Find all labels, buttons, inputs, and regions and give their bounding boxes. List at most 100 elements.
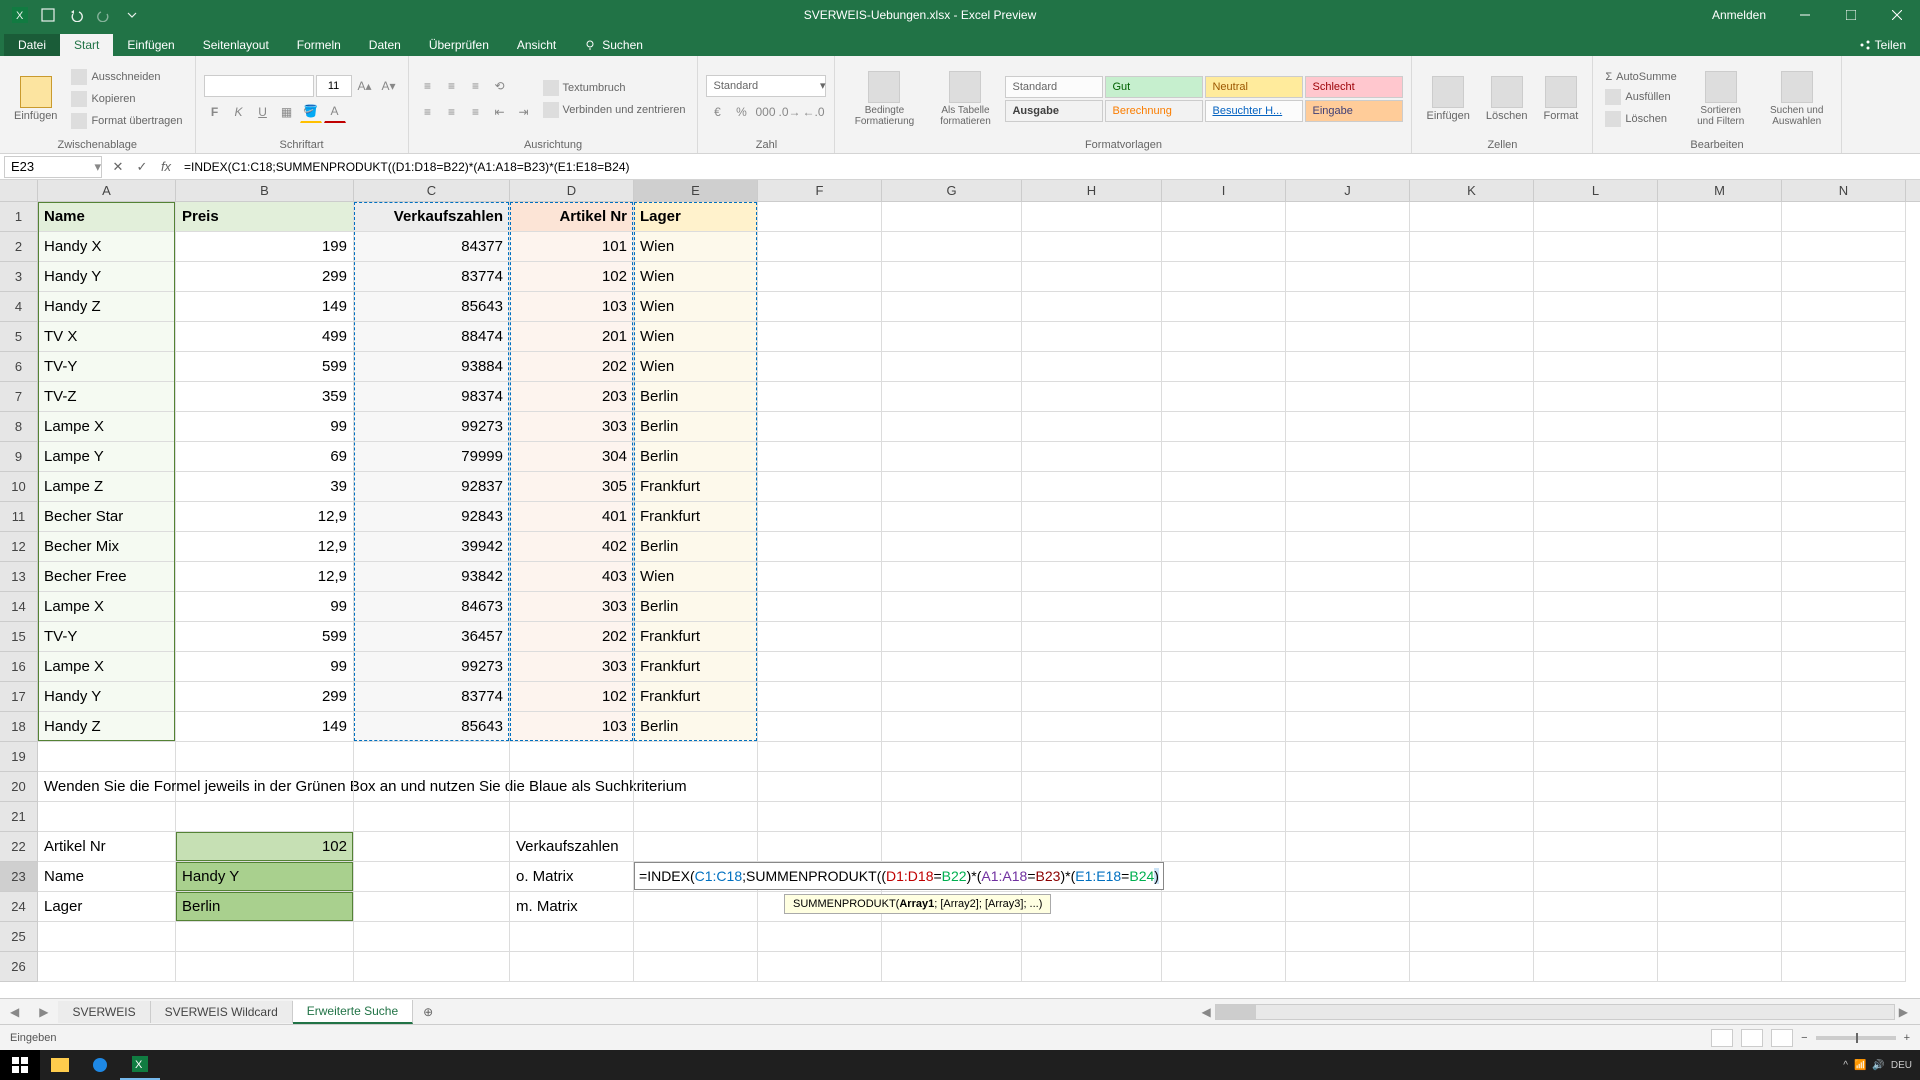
cell-I8[interactable] [1162,412,1286,442]
zoom-in-button[interactable]: + [1904,1032,1910,1044]
cell-B6[interactable]: 599 [176,352,354,382]
row-header-12[interactable]: 12 [0,532,38,562]
row-header-4[interactable]: 4 [0,292,38,322]
cell-M4[interactable] [1658,292,1782,322]
cell-M17[interactable] [1658,682,1782,712]
cell-C26[interactable] [354,952,510,982]
cell-F2[interactable] [758,232,882,262]
cell-C17[interactable]: 83774 [354,682,510,712]
cell-G7[interactable] [882,382,1022,412]
delete-cells-button[interactable]: Löschen [1480,72,1534,126]
cell-F12[interactable] [758,532,882,562]
cell-N13[interactable] [1782,562,1906,592]
cell-N15[interactable] [1782,622,1906,652]
align-middle-button[interactable]: ≡ [441,75,463,97]
cell-M5[interactable] [1658,322,1782,352]
col-header-G[interactable]: G [882,180,1022,201]
cell-J23[interactable] [1286,862,1410,892]
cell-J17[interactable] [1286,682,1410,712]
cell-E21[interactable] [634,802,758,832]
col-header-A[interactable]: A [38,180,176,201]
cell-E3[interactable]: Wien [634,262,758,292]
cell-C4[interactable]: 85643 [354,292,510,322]
cell-H20[interactable] [1022,772,1162,802]
cell-G12[interactable] [882,532,1022,562]
cell-H15[interactable] [1022,622,1162,652]
cell-C22[interactable] [354,832,510,862]
cell-F19[interactable] [758,742,882,772]
cell-A3[interactable]: Handy Y [38,262,176,292]
col-header-K[interactable]: K [1410,180,1534,201]
style-good[interactable]: Gut [1105,76,1203,98]
cell-B12[interactable]: 12,9 [176,532,354,562]
cell-F5[interactable] [758,322,882,352]
cell-J14[interactable] [1286,592,1410,622]
cell-J2[interactable] [1286,232,1410,262]
cell-D8[interactable]: 303 [510,412,634,442]
formula-input[interactable]: =INDEX(C1:C18;SUMMENPRODUKT((D1:D18=B22)… [178,160,1920,174]
clear-button[interactable]: Löschen [1601,109,1680,129]
cell-M19[interactable] [1658,742,1782,772]
cell-N10[interactable] [1782,472,1906,502]
cell-I9[interactable] [1162,442,1286,472]
cell-A18[interactable]: Handy Z [38,712,176,742]
cell-G13[interactable] [882,562,1022,592]
cell-I16[interactable] [1162,652,1286,682]
cell-C1[interactable]: Verkaufszahlen [354,202,510,232]
cell-D23[interactable]: o. Matrix [510,862,634,892]
cell-B18[interactable]: 149 [176,712,354,742]
cell-D11[interactable]: 401 [510,502,634,532]
paste-button[interactable]: Einfügen [8,72,63,126]
cell-I3[interactable] [1162,262,1286,292]
cell-B25[interactable] [176,922,354,952]
cell-E24[interactable] [634,892,758,922]
cell-J25[interactable] [1286,922,1410,952]
cell-L11[interactable] [1534,502,1658,532]
cell-N7[interactable] [1782,382,1906,412]
cell-M13[interactable] [1658,562,1782,592]
cell-L25[interactable] [1534,922,1658,952]
cell-L20[interactable] [1534,772,1658,802]
cell-I10[interactable] [1162,472,1286,502]
add-sheet-button[interactable]: ⊕ [413,1005,443,1019]
cell-M23[interactable] [1658,862,1782,892]
cell-C15[interactable]: 36457 [354,622,510,652]
cell-I12[interactable] [1162,532,1286,562]
cell-J6[interactable] [1286,352,1410,382]
cell-C5[interactable]: 88474 [354,322,510,352]
row-header-16[interactable]: 16 [0,652,38,682]
cell-L10[interactable] [1534,472,1658,502]
bold-button[interactable]: F [204,101,226,123]
cell-N14[interactable] [1782,592,1906,622]
cell-C13[interactable]: 93842 [354,562,510,592]
view-layout-button[interactable] [1741,1029,1763,1047]
cell-H9[interactable] [1022,442,1162,472]
indent-right-button[interactable]: ⇥ [513,101,535,123]
cell-L2[interactable] [1534,232,1658,262]
cell-L12[interactable] [1534,532,1658,562]
cell-L5[interactable] [1534,322,1658,352]
cell-L8[interactable] [1534,412,1658,442]
row-header-15[interactable]: 15 [0,622,38,652]
style-input[interactable]: Eingabe [1305,100,1403,122]
row-header-20[interactable]: 20 [0,772,38,802]
row-header-2[interactable]: 2 [0,232,38,262]
style-standard[interactable]: Standard [1005,76,1103,98]
cell-B8[interactable]: 99 [176,412,354,442]
cell-C25[interactable] [354,922,510,952]
col-header-F[interactable]: F [758,180,882,201]
cell-D18[interactable]: 103 [510,712,634,742]
cell-M6[interactable] [1658,352,1782,382]
row-header-17[interactable]: 17 [0,682,38,712]
row-header-5[interactable]: 5 [0,322,38,352]
cell-D24[interactable]: m. Matrix [510,892,634,922]
tray-network-icon[interactable]: 📶 [1854,1060,1866,1071]
cell-F4[interactable] [758,292,882,322]
font-color-button[interactable]: A [324,101,346,123]
autosum-button[interactable]: ΣAutoSumme [1601,69,1680,85]
cell-J8[interactable] [1286,412,1410,442]
cell-C2[interactable]: 84377 [354,232,510,262]
sheet-tab-0[interactable]: SVERWEIS [58,1001,150,1023]
cell-A20[interactable]: Wenden Sie die Formel jeweils in der Grü… [38,772,176,802]
cell-M2[interactable] [1658,232,1782,262]
